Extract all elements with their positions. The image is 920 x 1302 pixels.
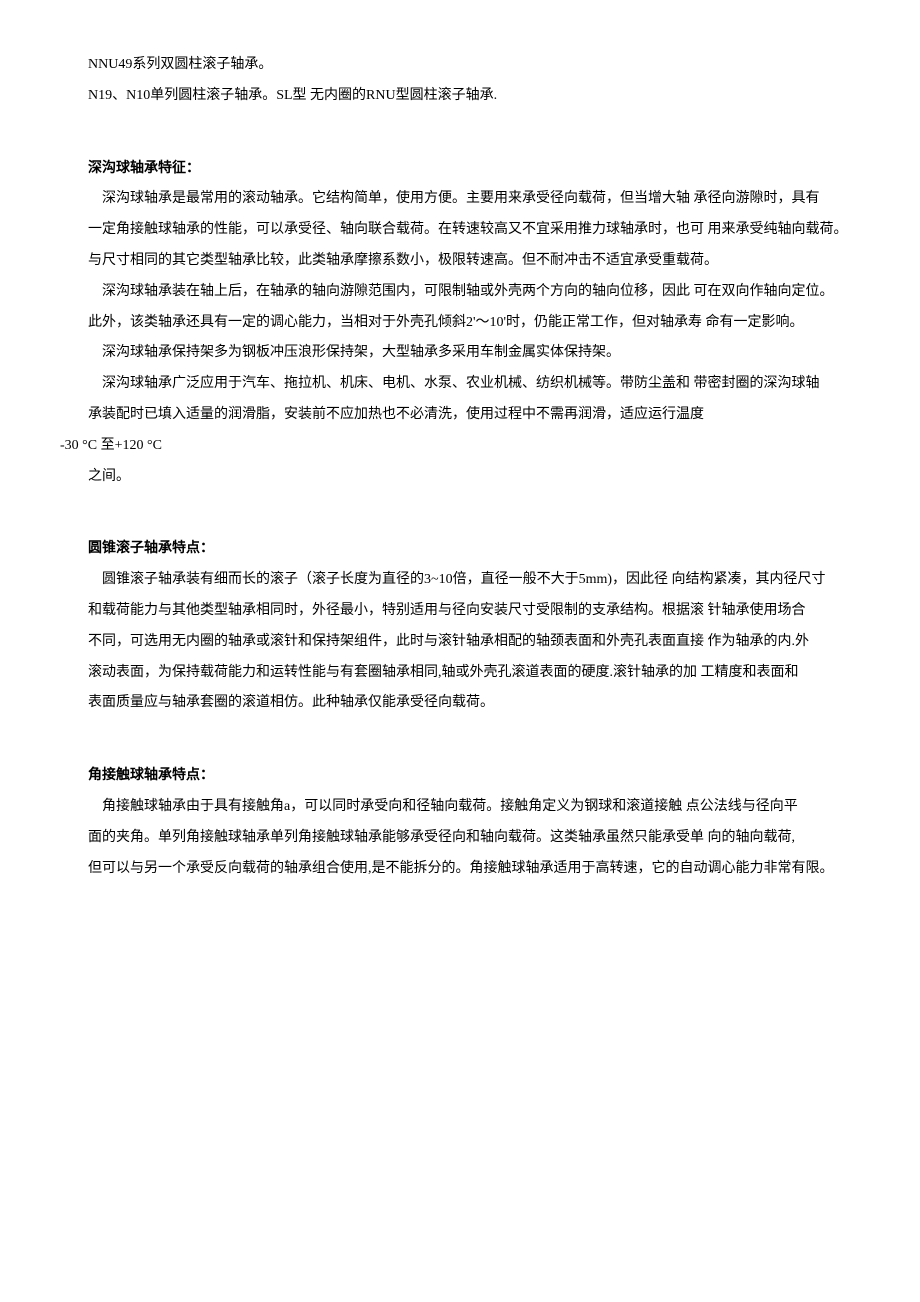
section1-heading: 深沟球轴承特征：	[60, 154, 860, 185]
section1-p1: 深沟球轴承是最常用的滚动轴承。它结构简单，使用方便。主要用来承受径向载荷，但当增…	[60, 184, 860, 215]
section3-heading: 角接触球轴承特点：	[60, 761, 860, 792]
section3-p1: 角接触球轴承由于具有接触角a，可以同时承受向和径轴向载荷。接触角定义为钢球和滚道…	[60, 792, 860, 823]
section1-p6: 深沟球轴承保持架多为钢板冲压浪形保持架，大型轴承多采用车制金属实体保持架。	[60, 338, 860, 369]
section1-p4: 深沟球轴承装在轴上后，在轴承的轴向游隙范围内，可限制轴或外壳两个方向的轴向位移，…	[60, 277, 860, 308]
section1-p9: -30 °C 至+120 °C	[60, 431, 860, 462]
section2-p1: 圆锥滚子轴承装有细而长的滚子（滚子长度为直径的3~10倍，直径一般不大于5mm)…	[60, 565, 860, 596]
section1-p3: 与尺寸相同的其它类型轴承比较，此类轴承摩擦系数小，极限转速高。但不耐冲击不适宜承…	[60, 246, 860, 277]
section3-p2: 面的夹角。单列角接触球轴承单列角接触球轴承能够承受径向和轴向载荷。这类轴承虽然只…	[60, 823, 860, 854]
spacer	[60, 112, 860, 133]
section1-p5: 此外，该类轴承还具有一定的调心能力，当相对于外壳孔倾斜2'～10'时，仍能正常工…	[60, 308, 860, 339]
section1-p7: 深沟球轴承广泛应用于汽车、拖拉机、机床、电机、水泵、农业机械、纺织机械等。带防尘…	[60, 369, 860, 400]
section1-p2: 一定角接触球轴承的性能，可以承受径、轴向联合载荷。在转速较高又不宜采用推力球轴承…	[60, 215, 860, 246]
section1-p8: 承装配时已填入适量的润滑脂，安装前不应加热也不必清洗，使用过程中不需再润滑，适应…	[60, 400, 860, 431]
intro-line-2: N19、N10单列圆柱滚子轴承。SL型 无内圈的RNU型圆柱滚子轴承.	[60, 81, 860, 112]
section2-p3: 不同，可选用无内圈的轴承或滚针和保持架组件，此时与滚针轴承相配的轴颈表面和外壳孔…	[60, 627, 860, 658]
section2-p4: 滚动表面，为保持载荷能力和运转性能与有套圈轴承相同,轴或外壳孔滚道表面的硬度.滚…	[60, 658, 860, 689]
spacer	[60, 492, 860, 513]
spacer	[60, 719, 860, 740]
section2-p2: 和载荷能力与其他类型轴承相同时，外径最小，特别适用与径向安装尺寸受限制的支承结构…	[60, 596, 860, 627]
intro-line-1: NNU49系列双圆柱滚子轴承。	[60, 50, 860, 81]
section1-p10: 之间。	[60, 462, 860, 493]
section3-p3: 但可以与另一个承受反向载荷的轴承组合使用,是不能拆分的。角接触球轴承适用于高转速…	[60, 854, 860, 885]
section2-heading: 圆锥滚子轴承特点：	[60, 534, 860, 565]
section2-p5: 表面质量应与轴承套圈的滚道相仿。此种轴承仅能承受径向载荷。	[60, 688, 860, 719]
